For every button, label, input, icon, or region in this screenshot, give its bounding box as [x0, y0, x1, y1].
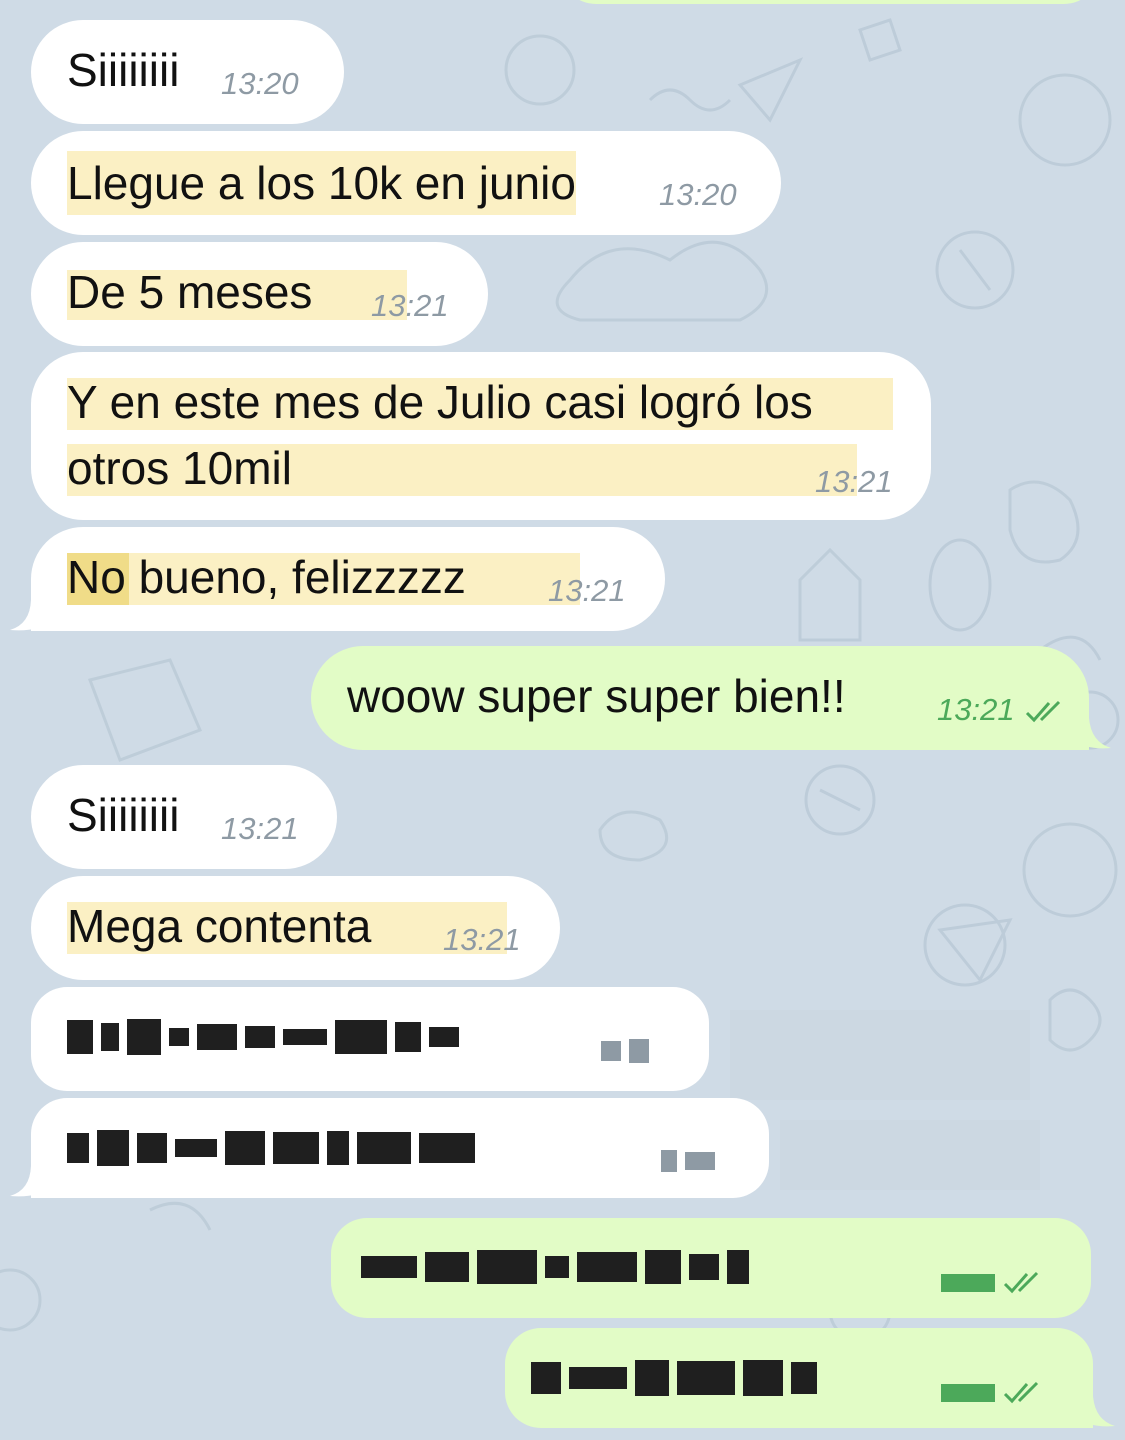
- message-time: 13:20: [221, 66, 299, 101]
- message-bubble-incoming[interactable]: Siiiiiiii 13:20: [31, 20, 344, 124]
- pixelation-artifact: [780, 1120, 1040, 1190]
- message-bubble-incoming[interactable]: Llegue a los 10k en junio 13:20: [31, 131, 781, 235]
- message-bubble-incoming[interactable]: Y en este mes de Julio casi logró los ot…: [31, 352, 931, 520]
- message-text: No bueno, felizzzzz: [67, 551, 466, 603]
- bubble-tail-incoming: [10, 1166, 50, 1197]
- message-text: Llegue a los 10k en junio: [67, 151, 576, 215]
- pixelated-text: [531, 1360, 817, 1396]
- message-text: Siiiiiiii: [67, 44, 180, 96]
- message-text: Siiiiiiii: [67, 789, 180, 841]
- message-text: De 5 meses: [67, 266, 313, 318]
- message-time: 13:21: [371, 288, 449, 323]
- pixelated-time: [601, 1039, 649, 1063]
- message-time-label: 13:21: [937, 692, 1015, 727]
- bubble-tail-outgoing: [1079, 1396, 1115, 1427]
- message-bubble-incoming[interactable]: No bueno, felizzzzz 13:21: [31, 527, 665, 631]
- message-time: 13:20: [659, 177, 737, 212]
- double-check-icon: [1003, 1271, 1039, 1294]
- pixelated-text: [67, 1130, 475, 1166]
- double-check-icon: [1003, 1381, 1039, 1404]
- message-bubble-incoming[interactable]: Mega contenta 13:21: [31, 876, 560, 980]
- message-text-line1: Y en este mes de Julio casi logró los: [67, 376, 813, 428]
- double-check-icon: [1026, 700, 1061, 723]
- pixelated-time: [941, 1380, 1047, 1406]
- message-time: 13:21: [221, 811, 299, 846]
- message-time: 13:21: [548, 573, 626, 608]
- message-bubble-outgoing-pixelated[interactable]: [505, 1328, 1093, 1428]
- message-bubble-incoming-pixelated[interactable]: [31, 987, 709, 1091]
- pixelated-time: [941, 1270, 1047, 1296]
- message-bubble-incoming[interactable]: De 5 meses 13:21: [31, 242, 488, 346]
- message-bubble-incoming-pixelated[interactable]: [31, 1098, 769, 1198]
- bubble-tail-outgoing: [1075, 718, 1111, 749]
- pixelated-text: [361, 1250, 749, 1284]
- pixelated-text: [67, 1019, 459, 1055]
- bubble-tail-incoming: [10, 600, 50, 631]
- message-text-line2: otros 10mil: [67, 442, 292, 494]
- pixelated-time: [661, 1150, 715, 1172]
- message-bubble-outgoing-partial[interactable]: [560, 0, 1100, 4]
- message-time: 13:21: [937, 692, 1069, 728]
- message-bubble-outgoing-pixelated[interactable]: [331, 1218, 1091, 1318]
- message-bubble-incoming[interactable]: Siiiiiiii 13:21: [31, 765, 337, 869]
- pixelation-artifact: [730, 1010, 1030, 1100]
- message-time: 13:21: [443, 922, 521, 957]
- message-text: woow super super bien!!: [347, 670, 846, 722]
- message-text: Mega contenta: [67, 900, 372, 952]
- message-bubble-outgoing[interactable]: woow super super bien!! 13:21: [311, 646, 1089, 750]
- message-time: 13:21: [815, 464, 893, 499]
